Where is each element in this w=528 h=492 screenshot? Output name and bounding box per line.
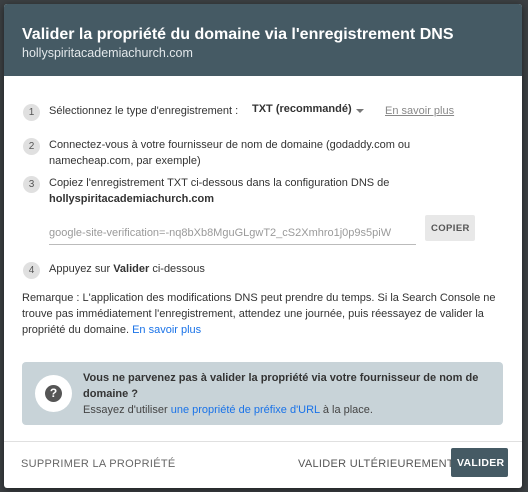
record-type-select[interactable]: TXT (recommandé) [252,101,366,121]
question-icon: ? [45,385,62,402]
learn-more-record-type-link[interactable]: En savoir plus [385,103,454,119]
remark-line2: trouve pas immédiatement l'enregistremen… [22,308,484,320]
step-1-number: 1 [23,104,40,121]
record-type-value: TXT (recommandé) [252,103,352,115]
remark-line1: Remarque : L'application des modificatio… [22,292,496,304]
step-2-line2: namecheap.com, par exemple) [49,155,201,167]
remark-line3: propriété du domaine. [22,324,130,336]
step-4-bold: Valider [113,263,150,275]
notice-text-prefix: Essayez d'utiliser [83,404,171,416]
step-2-line1: Connectez-vous à votre fournisseur de no… [49,139,411,151]
learn-more-remark-link[interactable]: En savoir plus [132,324,201,336]
remark-line3-wrap: propriété du domaine. En savoir plus [22,322,201,338]
verify-later-button[interactable]: VALIDER ULTÉRIEUREMENT [298,458,454,470]
notice-text: Essayez d'utiliser une propriété de préf… [83,402,373,418]
verification-code-field[interactable] [49,222,416,245]
step-4-suffix: ci-dessous [149,263,205,275]
delete-property-button[interactable]: SUPPRIMER LA PROPRIÉTÉ [21,458,176,470]
verify-button[interactable]: VALIDER [451,448,508,477]
dialog-header: Valider la propriété du domaine via l'en… [4,4,522,76]
step-4-text: Appuyez sur Valider ci-dessous [49,261,205,277]
alternative-notice: ? Vous ne parvenez pas à valider la prop… [22,362,503,425]
step-3-line1: Copiez l'enregistrement TXT ci-dessous d… [49,177,390,189]
step-4-prefix: Appuyez sur [49,263,114,275]
copy-button[interactable]: COPIER [425,215,475,241]
step-2-number: 2 [23,138,40,155]
notice-text-suffix: à la place. [319,404,373,416]
dialog-title: Valider la propriété du domaine via l'en… [22,26,454,43]
chevron-down-icon [356,109,364,113]
footer-divider [4,441,522,442]
verify-dns-dialog: Valider la propriété du domaine via l'en… [4,4,522,488]
url-prefix-property-link[interactable]: une propriété de préfixe d'URL [171,404,320,416]
notice-title-line1: Vous ne parvenez pas à valider la propri… [83,372,479,384]
dialog-domain: hollyspiritacademiachurch.com [22,46,193,60]
notice-icon-circle: ? [35,375,72,412]
step-3-domain: hollyspiritacademiachurch.com [49,193,215,205]
notice-title-line2: domaine ? [83,388,139,400]
step-4-number: 4 [23,262,40,279]
step-3-number: 3 [23,176,40,193]
step-1-label: Sélectionnez le type d'enregistrement : [49,105,239,117]
